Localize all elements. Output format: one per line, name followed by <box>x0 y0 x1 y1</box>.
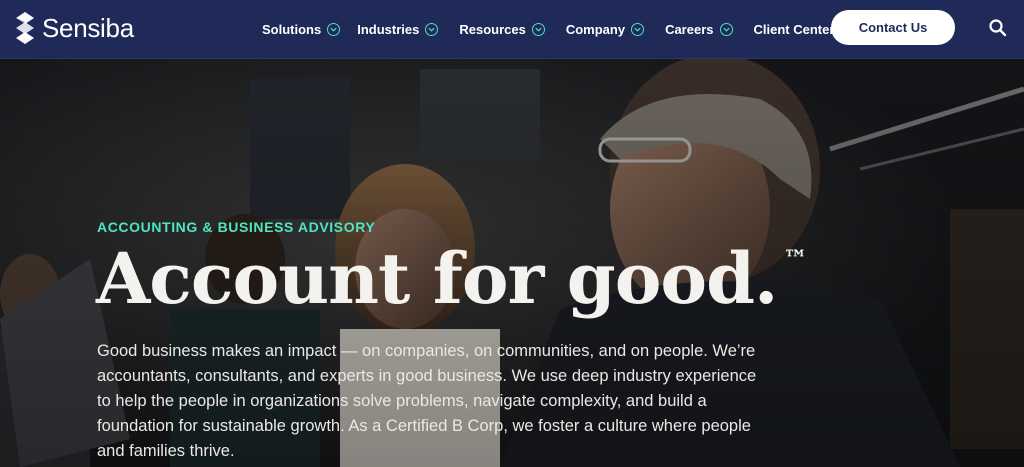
hero-section: ACCOUNTING & BUSINESS ADVISORY Account f… <box>0 59 1024 467</box>
contact-us-button[interactable]: Contact Us <box>831 10 955 45</box>
brand-logo[interactable]: Sensiba <box>14 12 134 44</box>
brand-name: Sensiba <box>42 12 134 43</box>
chevron-down-icon <box>425 23 439 36</box>
nav-item-label: Resources <box>459 22 526 37</box>
top-navigation: Sensiba Solutions Industries Resources C… <box>0 0 1024 59</box>
main-menu: Solutions Industries Resources Company C… <box>262 0 834 59</box>
nav-item-label: Careers <box>665 22 714 37</box>
headline-text: Account for good. <box>96 237 778 320</box>
chevron-down-icon <box>719 23 733 36</box>
chevron-down-icon <box>327 23 341 36</box>
nav-item-client-center[interactable]: Client Center <box>754 22 835 37</box>
hero-headline: Account for good. ™ <box>96 237 807 321</box>
sensiba-mark-icon <box>16 12 34 44</box>
search-icon[interactable] <box>988 18 1008 38</box>
nav-item-label: Solutions <box>262 22 322 37</box>
chevron-down-icon <box>631 23 645 36</box>
nav-item-careers[interactable]: Careers <box>665 22 733 37</box>
trademark-symbol: ™ <box>783 244 808 273</box>
chevron-down-icon <box>531 23 545 36</box>
hero-eyebrow: ACCOUNTING & BUSINESS ADVISORY <box>97 219 376 235</box>
hero-description: Good business makes an impact — on compa… <box>97 342 757 460</box>
nav-item-label: Industries <box>357 22 420 37</box>
nav-item-company[interactable]: Company <box>565 22 645 37</box>
nav-item-industries[interactable]: Industries <box>357 22 439 37</box>
nav-item-resources[interactable]: Resources <box>459 22 545 37</box>
nav-item-label: Company <box>565 22 626 37</box>
nav-item-label: Client Center <box>753 22 835 37</box>
nav-item-solutions[interactable]: Solutions <box>262 22 341 37</box>
